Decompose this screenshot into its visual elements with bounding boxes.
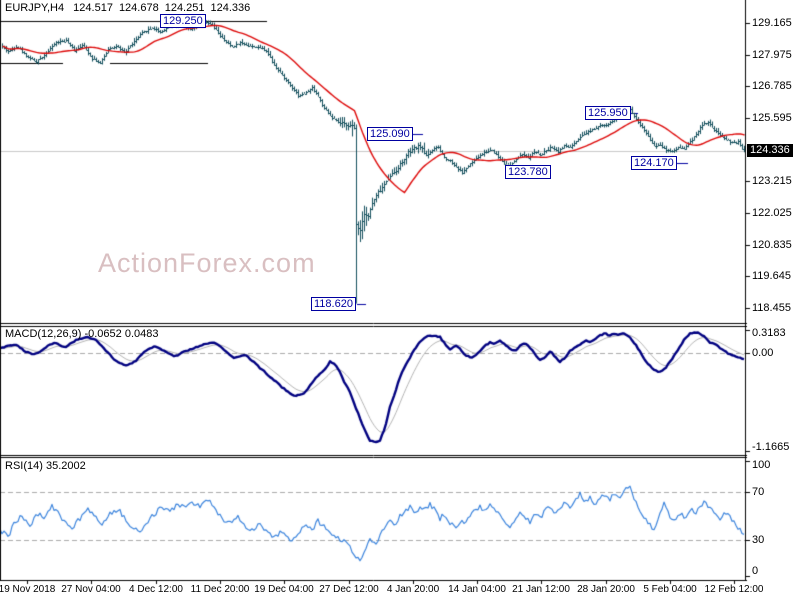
ohlc-open: 124.517 (73, 2, 113, 14)
price-annotation: 125.090 (367, 127, 413, 141)
date-axis-label: 27 Nov 04:00 (61, 584, 121, 595)
date-axis-label: 5 Feb 04:00 (643, 584, 697, 595)
rsi-label: RSI(14) 35.2002 (5, 460, 86, 472)
rsi-axis-label: 30 (752, 534, 765, 546)
price-axis-label: 119.645 (752, 270, 791, 283)
date-axis-label: 14 Jan 04:00 (448, 584, 506, 595)
rsi-axis-label: 100 (752, 459, 771, 471)
price-axis-label: 129.165 (752, 17, 792, 29)
ohlc-close: 124.336 (210, 2, 251, 14)
date-axis-label: 21 Jan 12:00 (512, 584, 570, 595)
price-axis-label: 120.835 (752, 238, 792, 251)
ohlc-low: 124.251 (164, 2, 205, 14)
ohlc-high: 124.678 (118, 2, 159, 14)
price-axis-label: 127.975 (752, 48, 792, 61)
rsi-axis-label: 70 (752, 486, 765, 498)
date-axis-label: 19 Nov 2018 (0, 584, 56, 595)
date-axis-label: 12 Feb 12:00 (704, 584, 764, 595)
date-axis-label: 11 Dec 20:00 (190, 584, 250, 595)
price-annotation: 124.170 (631, 156, 677, 170)
price-annotation: 125.950 (585, 106, 631, 120)
current-price-tag: 124.336 (747, 144, 793, 158)
rsi-axis-label: 0 (752, 565, 759, 577)
date-axis-label: 19 Dec 04:00 (254, 584, 314, 595)
date-axis-label: 4 Dec 12:00 (129, 584, 183, 595)
price-axis-label: 122.025 (752, 206, 792, 219)
price-annotation: 118.620 (311, 297, 356, 311)
chart-canvas[interactable] (0, 0, 800, 600)
price-axis-label: 123.215 (752, 175, 792, 188)
macd-axis-label: 0.3183 (752, 327, 786, 339)
price-annotation: 123.780 (505, 165, 551, 179)
symbol-timeframe: EURJPY,H4 (5, 2, 65, 14)
date-axis-label: 28 Jan 20:00 (577, 584, 635, 595)
macd-axis-label: -1.1665 (752, 441, 790, 453)
price-axis-label: 118.455 (752, 301, 791, 314)
price-axis-label: 126.785 (752, 80, 792, 93)
forex-chart-window: ActionForex.com EURJPY,H4 124.517124.678… (0, 0, 800, 600)
date-axis-label: 27 Dec 12:00 (319, 584, 379, 595)
date-axis-label: 4 Jan 20:00 (386, 584, 440, 595)
price-annotation: 129.250 (160, 14, 206, 28)
macd-label: MACD(12,26,9) -0.0652 0.0483 (5, 328, 159, 340)
price-axis-label: 125.595 (752, 111, 792, 124)
chart-title: EURJPY,H4 124.517 124.678 124.251 124.336 (5, 2, 256, 14)
macd-axis-label: 0.00 (752, 346, 774, 359)
